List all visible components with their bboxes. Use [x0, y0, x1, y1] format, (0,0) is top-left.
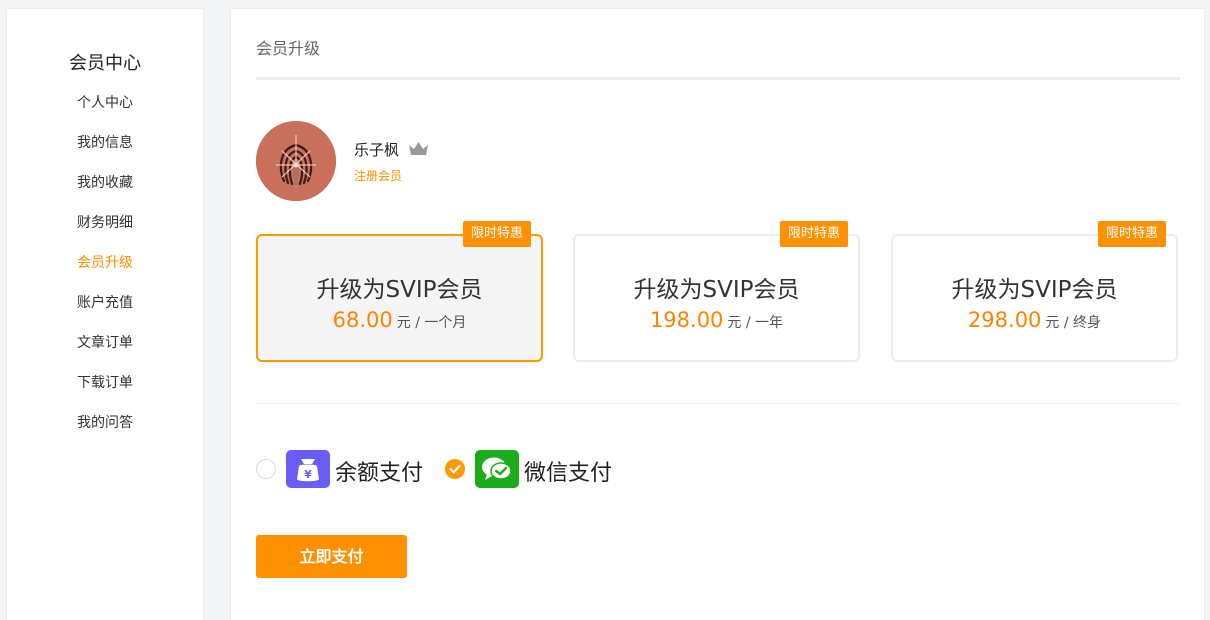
check-icon	[449, 464, 461, 474]
plan-title: 升级为SVIP会员	[316, 277, 483, 303]
plan-price-line: 298.00 元 / 终身	[893, 308, 1176, 332]
sidebar-item-my-info[interactable]: 我的信息	[7, 131, 203, 171]
section-divider	[256, 403, 1180, 404]
plan-card-lifetime[interactable]: 限时特惠 升级为SVIP会员 298.00 元 / 终身	[891, 221, 1178, 362]
plan-card-monthly[interactable]: 限时特惠 升级为SVIP会员 68.00 元 / 一个月	[256, 221, 543, 362]
plan-title: 升级为SVIP会员	[951, 277, 1118, 303]
plan-badge: 限时特惠	[1097, 221, 1166, 247]
plan-price: 298.00	[967, 308, 1042, 332]
plan-price: 68.00	[332, 308, 393, 332]
payment-label: 余额支付	[335, 461, 424, 486]
user-name: 乐子枫	[354, 141, 400, 159]
avatar	[256, 121, 336, 201]
header-divider	[256, 77, 1180, 80]
payment-option-balance[interactable]: ¥ 余额支付	[256, 449, 436, 489]
main-panel: 会员升级 乐子枫 注册会员 限时特惠 升级为SVIP会员 68.00 元 / 一…	[230, 8, 1205, 620]
sidebar-item-article-orders[interactable]: 文章订单	[7, 331, 203, 371]
radio-wechat[interactable]	[445, 459, 465, 479]
sidebar-item-my-qa[interactable]: 我的问答	[7, 411, 203, 451]
user-profile: 乐子枫 注册会员	[256, 121, 556, 201]
sidebar-item-account-recharge[interactable]: 账户充值	[7, 291, 203, 331]
plan-unit: 元 / 终身	[1045, 315, 1102, 331]
page-title: 会员升级	[256, 39, 321, 58]
sidebar-menu: 个人中心 我的信息 我的收藏 财务明细 会员升级 账户充值 文章订单 下载订单 …	[7, 91, 203, 451]
sidebar-item-personal-center[interactable]: 个人中心	[7, 91, 203, 131]
plan-price-line: 68.00 元 / 一个月	[258, 308, 541, 332]
wechat-icon	[475, 450, 519, 488]
wallet-icon: ¥	[286, 450, 330, 488]
plan-price-line: 198.00 元 / 一年	[575, 308, 858, 332]
payment-label: 微信支付	[524, 461, 613, 486]
plan-price: 198.00	[649, 308, 724, 332]
sidebar-item-my-favorites[interactable]: 我的收藏	[7, 171, 203, 211]
sidebar: 会员中心 个人中心 我的信息 我的收藏 财务明细 会员升级 账户充值 文章订单 …	[6, 8, 204, 620]
payment-option-wechat[interactable]: 微信支付	[445, 449, 625, 489]
plan-card-yearly[interactable]: 限时特惠 升级为SVIP会员 198.00 元 / 一年	[573, 221, 860, 362]
sidebar-item-finance-details[interactable]: 财务明细	[7, 211, 203, 251]
svg-text:¥: ¥	[304, 468, 312, 481]
plan-unit: 元 / 一个月	[396, 315, 467, 331]
crown-icon	[408, 141, 429, 156]
member-level: 注册会员	[354, 169, 403, 183]
plan-title: 升级为SVIP会员	[633, 277, 800, 303]
pay-now-button[interactable]: 立即支付	[256, 535, 407, 578]
fingerprint-icon	[256, 121, 336, 201]
plan-badge: 限时特惠	[462, 221, 531, 247]
plan-unit: 元 / 一年	[727, 315, 784, 331]
plan-badge: 限时特惠	[779, 221, 848, 247]
radio-balance[interactable]	[256, 459, 276, 479]
sidebar-title: 会员中心	[69, 53, 141, 74]
sidebar-item-member-upgrade[interactable]: 会员升级	[7, 251, 203, 291]
sidebar-item-download-orders[interactable]: 下载订单	[7, 371, 203, 411]
